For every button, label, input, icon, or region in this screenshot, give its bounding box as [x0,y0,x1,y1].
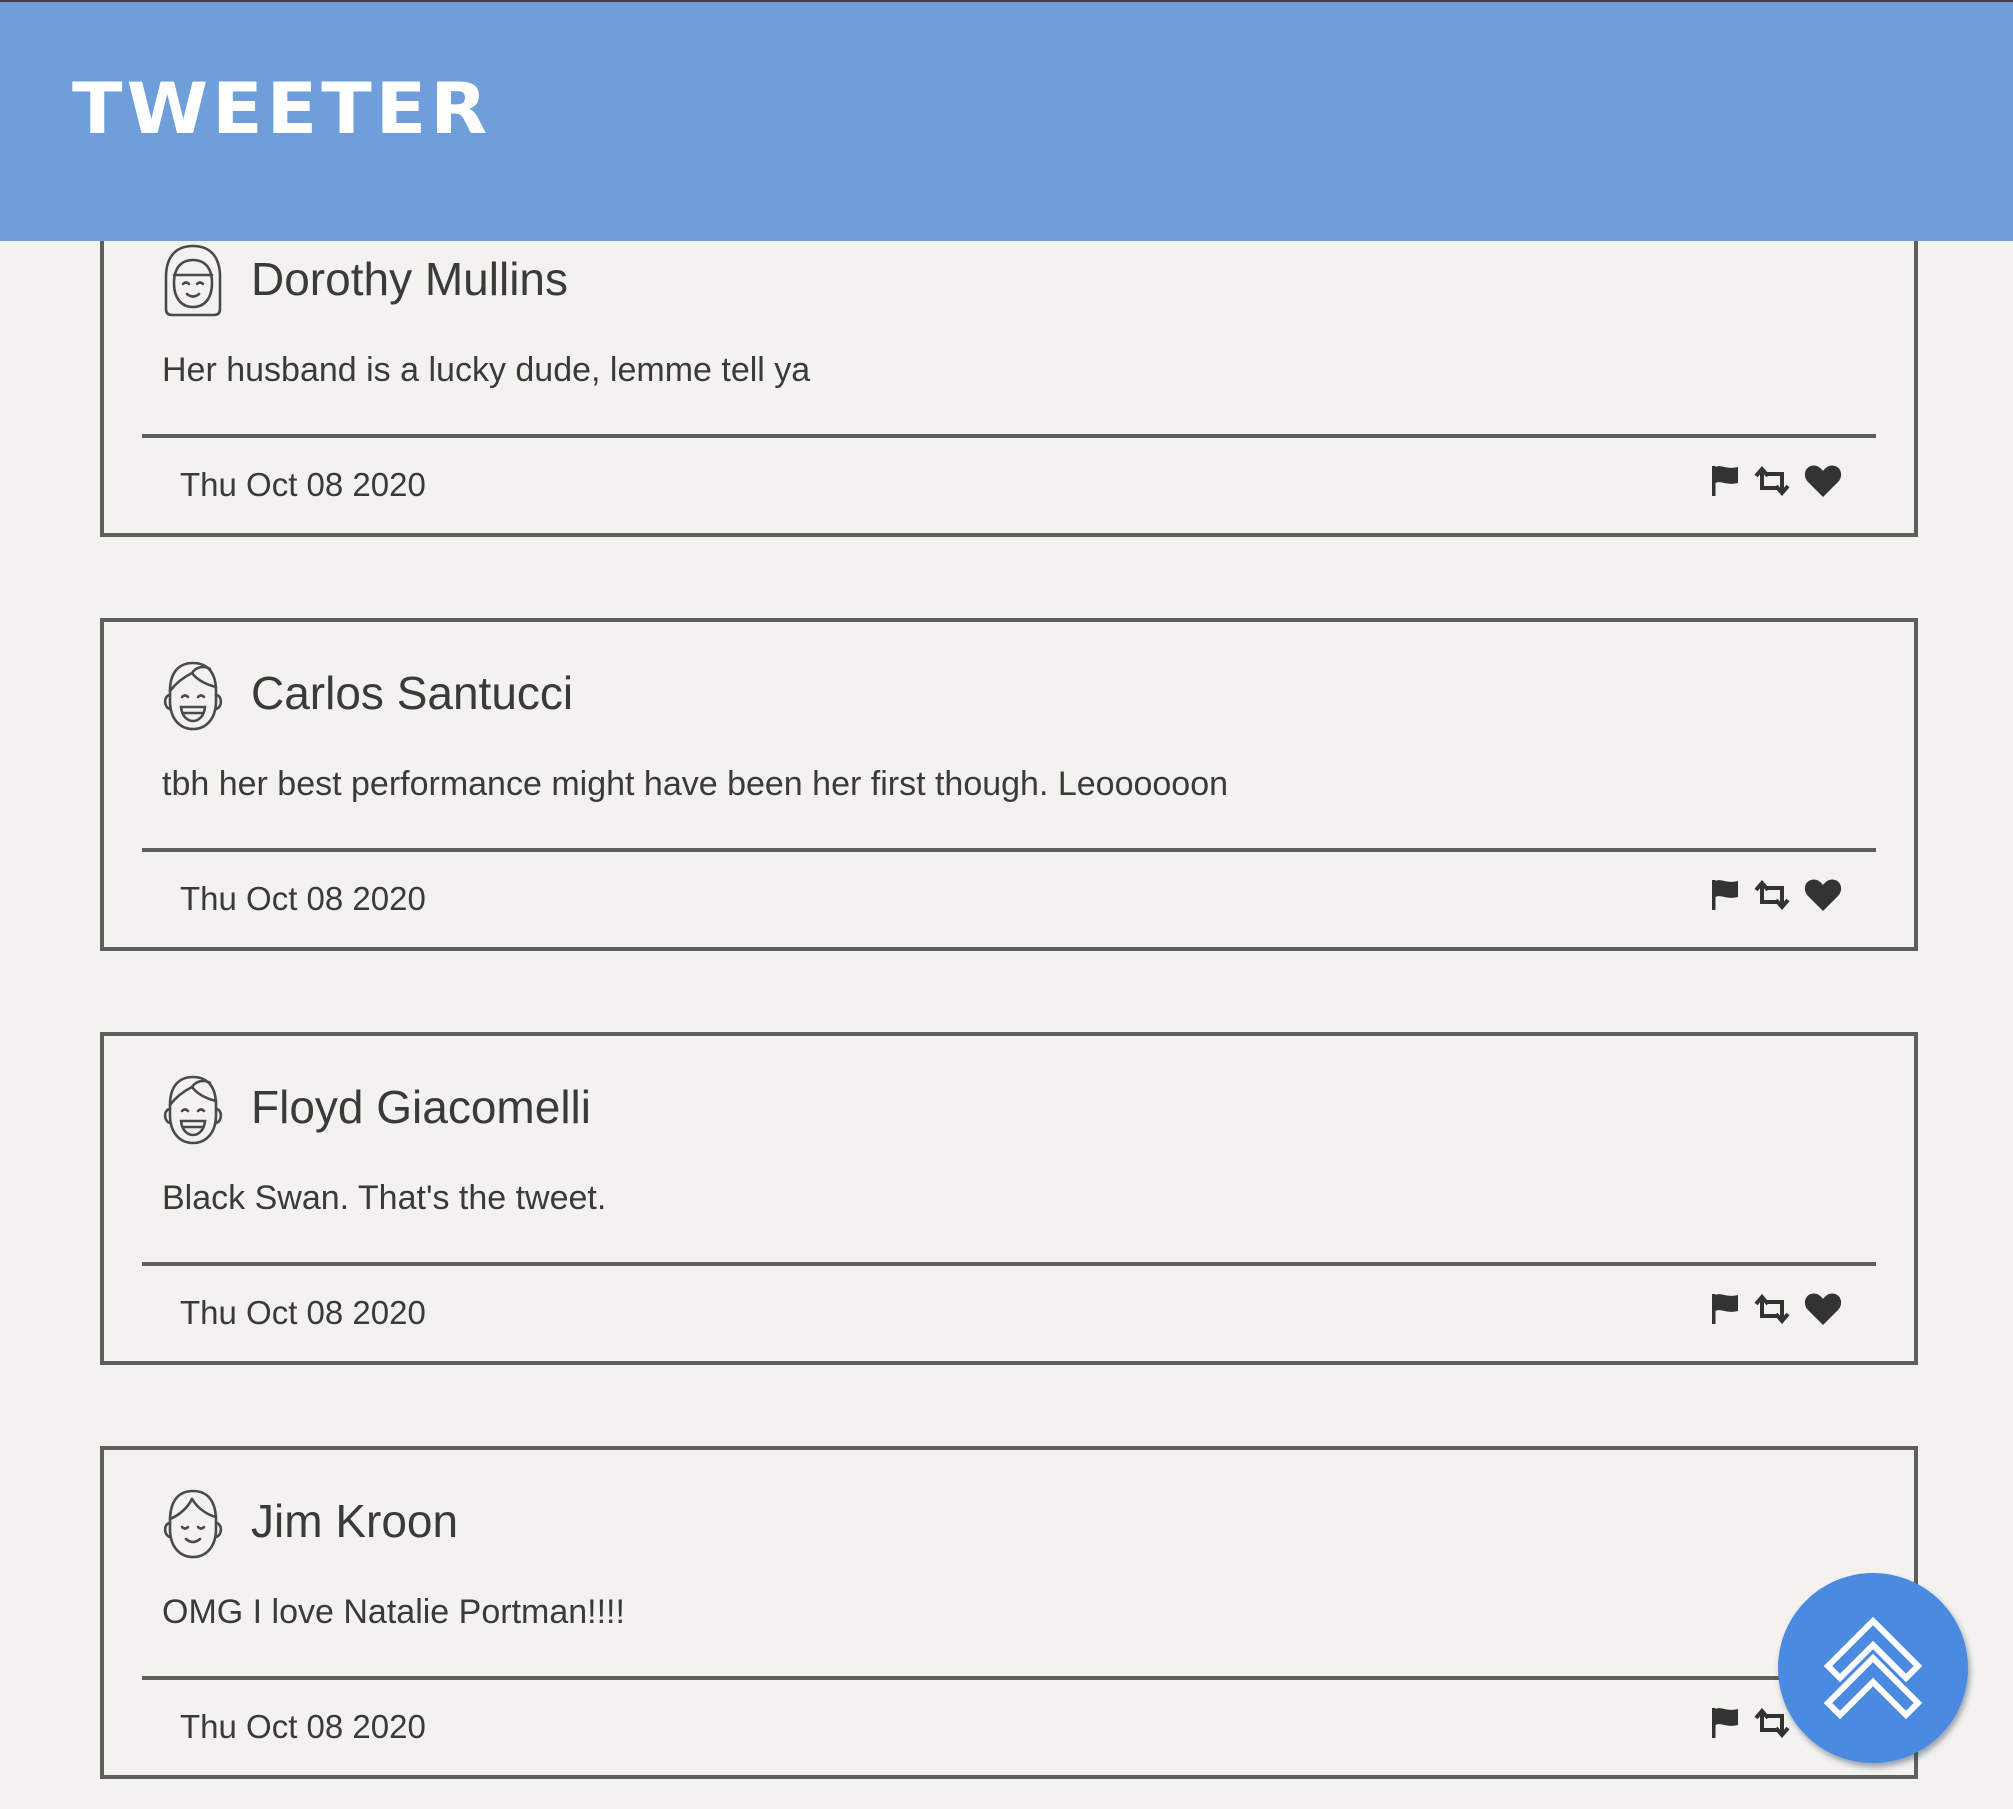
app-header: TWEETER [0,0,2013,241]
tweet-author[interactable]: Floyd Giacomelli [251,1084,591,1130]
tweet-actions [1710,461,1842,501]
double-chevron-up-icon [1823,1616,1923,1720]
tweet-divider [142,1676,1876,1680]
tweet-divider [142,1262,1876,1266]
heart-icon[interactable] [1804,1292,1842,1326]
tweet-card: Floyd Giacomelli Black Swan. That's the … [100,1032,1918,1365]
tweet-author[interactable]: Jim Kroon [251,1498,458,1544]
tweet-date: Thu Oct 08 2020 [180,1294,426,1331]
flag-icon[interactable] [1710,878,1740,912]
tweet-date: Thu Oct 08 2020 [180,1708,426,1745]
tweet-card: Dorothy Mullins Her husband is a lucky d… [100,204,1918,537]
tweet-text: OMG I love Natalie Portman!!!! [162,1593,625,1631]
tweet-author[interactable]: Dorothy Mullins [251,256,568,302]
tweet-date: Thu Oct 08 2020 [180,466,426,503]
flag-icon[interactable] [1710,1292,1740,1326]
smiling-face-icon [158,1485,228,1561]
brand-logo[interactable]: TWEETER [72,74,491,144]
tweet-text: Black Swan. That's the tweet. [162,1179,607,1217]
tweet-card: Carlos Santucci tbh her best performance… [100,618,1918,951]
tweet-divider [142,434,1876,438]
tweet-author[interactable]: Carlos Santucci [251,670,573,716]
tweet-card: Jim Kroon OMG I love Natalie Portman!!!!… [100,1446,1918,1779]
girl-face-icon [158,243,228,319]
scroll-to-top-button[interactable] [1778,1573,1968,1763]
heart-icon[interactable] [1804,464,1842,498]
tweet-text: tbh her best performance might have been… [162,765,1229,803]
boy-laughing-face-icon [158,1071,228,1147]
flag-icon[interactable] [1710,1706,1740,1740]
tweet-actions [1710,875,1842,915]
flag-icon[interactable] [1710,464,1740,498]
boy-laughing-face-icon [158,657,228,733]
retweet-icon[interactable] [1754,1294,1790,1324]
heart-icon[interactable] [1804,878,1842,912]
tweet-actions [1710,1289,1842,1329]
retweet-icon[interactable] [1754,880,1790,910]
retweet-icon[interactable] [1754,466,1790,496]
tweet-text: Her husband is a lucky dude, lemme tell … [162,351,811,389]
tweet-divider [142,848,1876,852]
tweet-date: Thu Oct 08 2020 [180,880,426,917]
